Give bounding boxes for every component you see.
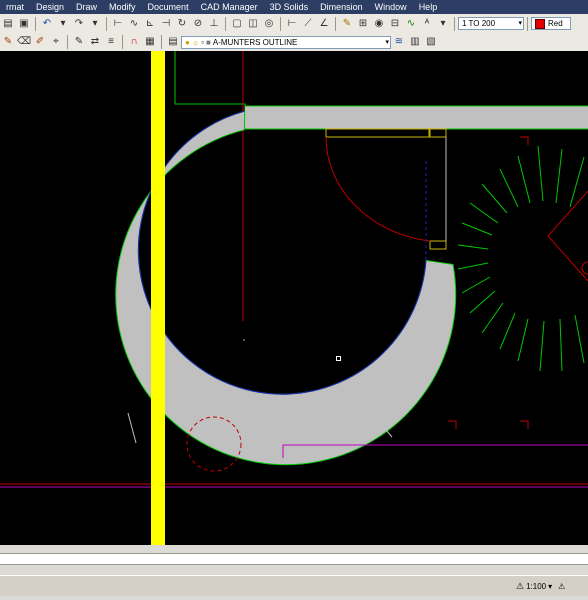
no-entry-icon[interactable]: ⊘	[191, 17, 205, 31]
drawing-canvas[interactable]	[0, 51, 588, 545]
current-layer-name: A-MUNTERS OUTLINE	[212, 37, 298, 47]
toolbar-separator	[67, 35, 68, 49]
layer-tools-icon[interactable]: ▦	[143, 35, 157, 49]
toolbar-separator	[161, 35, 162, 49]
undo-dropdown-icon[interactable]: ▾	[56, 17, 70, 31]
brush-icon[interactable]: ✐	[33, 35, 47, 49]
layer-color-icon: ■	[206, 37, 211, 47]
dropdown-icon[interactable]: ▾	[436, 17, 450, 31]
annotation-visibility-icon[interactable]: ⚠	[558, 582, 565, 591]
lock-icon: ▫	[201, 37, 205, 47]
toolbar-separator	[225, 16, 226, 31]
annotation-scale-value: 1:100	[526, 581, 547, 591]
menu-document[interactable]: Document	[142, 0, 195, 14]
menu-window[interactable]: Window	[369, 0, 413, 14]
open-icon[interactable]: ▤	[1, 17, 15, 31]
command-line[interactable]	[0, 553, 588, 565]
redo-icon[interactable]: ↷	[72, 17, 86, 31]
3d-box-icon[interactable]: ▢	[230, 17, 244, 31]
door-frame	[325, 128, 430, 138]
menu-design[interactable]: Design	[30, 0, 70, 14]
redo-dropdown-icon[interactable]: ▾	[88, 17, 102, 31]
annotation-scale-widget[interactable]: ⚠ 1:100 ▾ ⚠	[516, 580, 565, 592]
pencil-icon[interactable]: ✎	[1, 35, 15, 49]
menu-dimension[interactable]: Dimension	[314, 0, 369, 14]
polyline-icon[interactable]: ∿	[127, 17, 141, 31]
top-wall	[245, 106, 588, 129]
center-point	[243, 339, 245, 341]
corner-mark	[520, 136, 529, 145]
corner-mark	[448, 420, 457, 429]
sparkline-icon[interactable]: ∿	[404, 17, 418, 31]
annotation-scale-icon: ⚠	[516, 580, 525, 591]
layer-state-icon[interactable]: ⊟	[388, 17, 402, 31]
menu-bar: rmat Design Draw Modify Document CAD Man…	[0, 0, 588, 14]
door-frame	[429, 240, 447, 250]
menu-help[interactable]: Help	[413, 0, 444, 14]
layer-manager-icon[interactable]: ▤	[166, 35, 180, 49]
3d-extrude-icon[interactable]: ◫	[246, 17, 260, 31]
status-bar: ⚠ 1:100 ▾ ⚠	[0, 575, 588, 596]
cursor-pickbox	[336, 356, 341, 361]
chevron-down-icon: ▾	[385, 38, 389, 46]
color-combo-value: Red	[548, 19, 563, 28]
undo-icon[interactable]: ↶	[40, 17, 54, 31]
standard-toolbar: ▤ ▣ ↶ ▾ ↷ ▾ ⊢ ∿ ⊾ ⊣ ↻ ⊘ ⊥ ▢ ◫ ◎ ⊢ ⟋ ∠ ✎ …	[0, 14, 588, 34]
align-icon[interactable]: ≡	[104, 35, 118, 49]
lightbulb-icon: ●	[185, 37, 190, 47]
sun-icon: ☼	[191, 37, 200, 47]
stair-arrows	[457, 145, 585, 372]
menu-3d-solids[interactable]: 3D Solids	[264, 0, 315, 14]
toolbar-separator	[335, 16, 336, 31]
door-swing-arc	[325, 136, 431, 242]
pen-edit-icon[interactable]: ✎	[72, 35, 86, 49]
menu-cad-manager[interactable]: CAD Manager	[195, 0, 264, 14]
toolbar-separator	[527, 16, 528, 31]
cad-drawing[interactable]	[0, 51, 588, 545]
toolbar-separator	[35, 16, 36, 31]
measure-icon[interactable]: ⊥	[207, 17, 221, 31]
ortho-icon[interactable]: ⊾	[143, 17, 157, 31]
chevron-down-icon: ▾	[518, 20, 522, 27]
dimension-linear-icon[interactable]: ⊢	[285, 17, 299, 31]
layer-dropdown[interactable]: ● ☼ ▫ ■ A-MUNTERS OUTLINE ▾	[181, 35, 391, 49]
rotate-icon[interactable]: ↻	[175, 17, 189, 31]
3d-cylinder-icon[interactable]: ◎	[262, 17, 276, 31]
target-icon[interactable]: ◉	[372, 17, 386, 31]
menu-format[interactable]: rmat	[0, 0, 30, 14]
menu-draw[interactable]: Draw	[70, 0, 103, 14]
toolbar-separator	[454, 16, 455, 31]
linear-dimension-icon[interactable]: ⊢	[111, 17, 125, 31]
grid-icon[interactable]: ⊞	[356, 17, 370, 31]
extend-icon[interactable]: ⊣	[159, 17, 173, 31]
menu-modify[interactable]: Modify	[103, 0, 142, 14]
abc-text-icon[interactable]: ᴬ	[420, 17, 434, 31]
layer-iso-icon[interactable]: ▧	[424, 35, 438, 49]
wall-stub	[127, 412, 137, 444]
door-frame	[429, 128, 447, 138]
magnet-icon[interactable]: ∩	[127, 35, 141, 49]
marker-icon[interactable]: ⌖	[49, 35, 63, 49]
layer-previous-icon[interactable]: ≋	[392, 35, 406, 49]
corner-mark	[520, 420, 529, 429]
red-node-circle	[581, 261, 588, 275]
layers-toolbar: ✎ ⌫ ✐ ⌖ ✎ ⇄ ≡ ∩ ▦ ▤ ● ☼ ▫ ■ A-MUNTERS OU…	[0, 33, 588, 52]
bottom-panel: ⚠ 1:100 ▾ ⚠	[0, 545, 588, 600]
toolbar-separator	[122, 35, 123, 49]
eraser-icon[interactable]: ⌫	[17, 35, 31, 49]
chevron-down-icon: ▾	[548, 581, 553, 591]
toolbar-separator	[106, 16, 107, 31]
toolbar-separator	[280, 16, 281, 31]
match-properties-icon[interactable]: ✎	[340, 17, 354, 31]
save-icon[interactable]: ▣	[17, 17, 31, 31]
swap-icon[interactable]: ⇄	[88, 35, 102, 49]
color-combo[interactable]: Red	[531, 17, 571, 30]
scale-combo[interactable]: 1 TO 200 ▾	[458, 17, 524, 30]
layer-states-icon[interactable]: ▥	[408, 35, 422, 49]
yellow-column	[151, 51, 165, 545]
red-swatch-icon	[535, 18, 545, 29]
scale-combo-value: 1 TO 200	[462, 19, 496, 28]
dimension-aligned-icon[interactable]: ⟋	[301, 17, 315, 31]
dimension-angle-icon[interactable]: ∠	[317, 17, 331, 31]
